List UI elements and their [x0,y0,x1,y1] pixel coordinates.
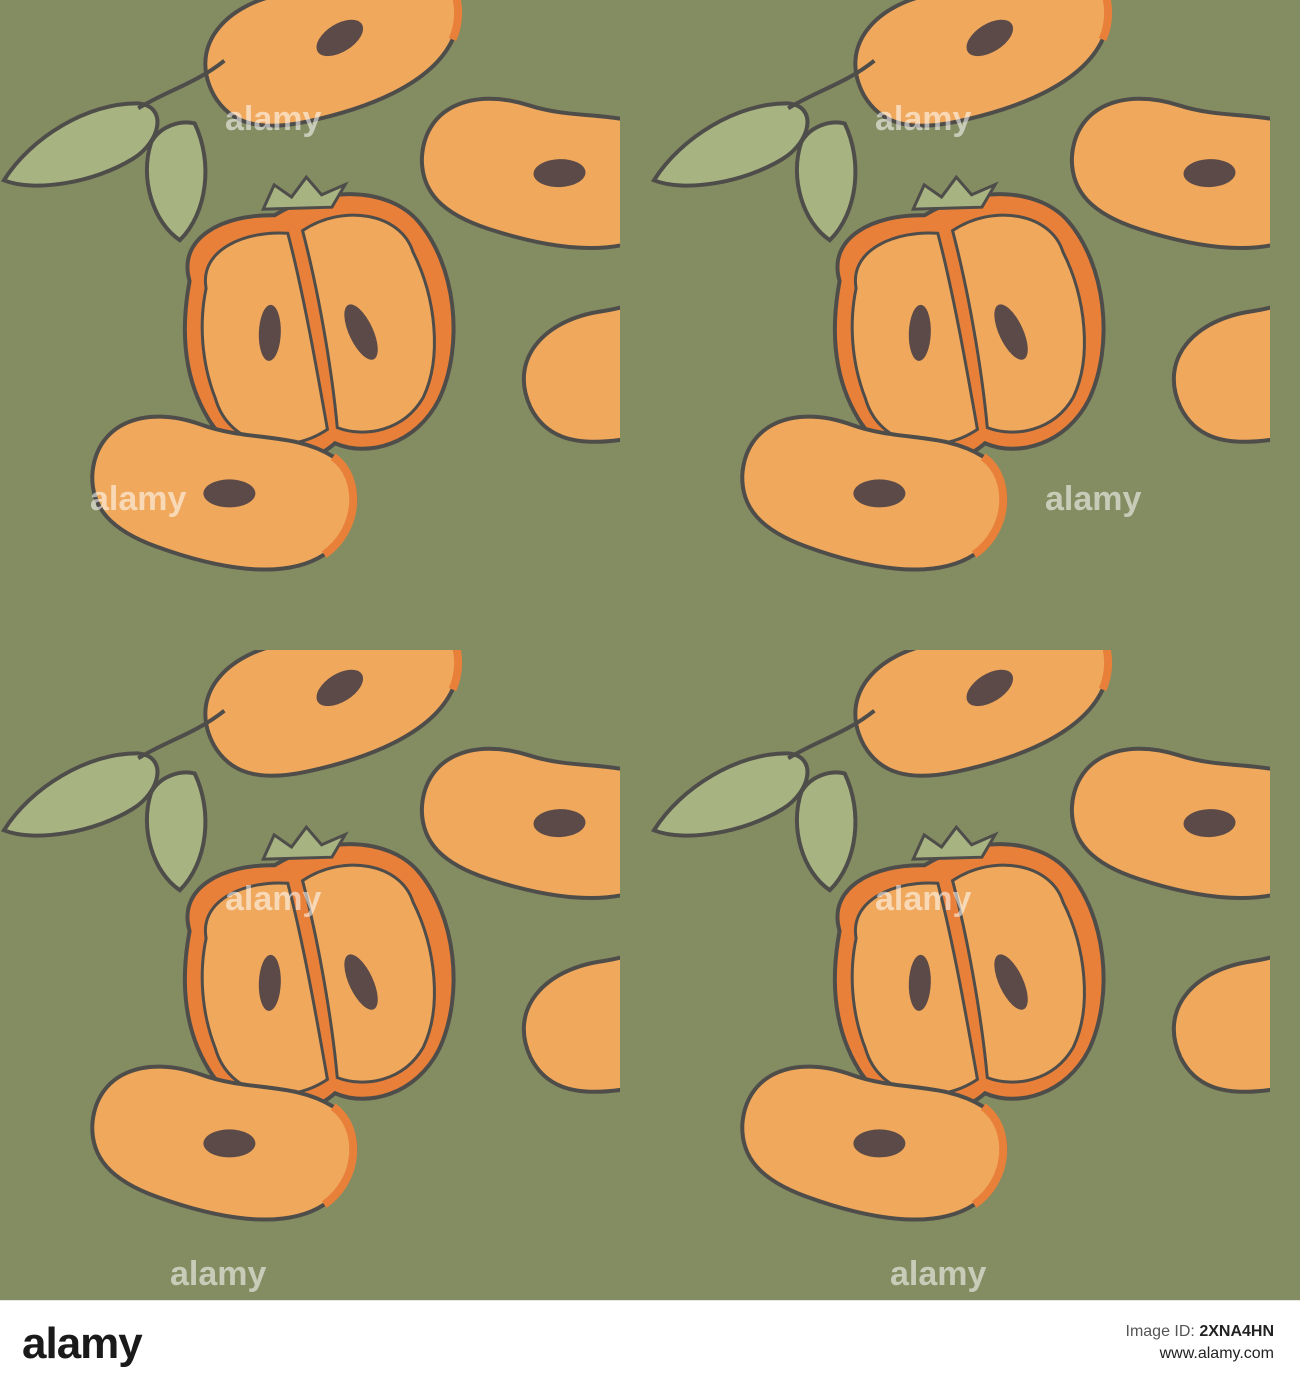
site-url: www.alamy.com [1159,1345,1274,1362]
pattern-background [0,0,1300,1300]
persimmon-pattern [0,0,1300,1300]
image-id-label: Image ID: [1125,1323,1195,1340]
image-stage: alamy alamy alamy alamy alamy alamy alam… [0,0,1300,1391]
image-info: Image ID: 2XNA4HN www.alamy.com [1126,1321,1275,1365]
image-id: 2XNA4HN [1199,1323,1274,1340]
alamy-logo: alamy [22,1319,143,1368]
stock-footer: alamy Image ID: 2XNA4HN www.alamy.com [0,1300,1300,1391]
